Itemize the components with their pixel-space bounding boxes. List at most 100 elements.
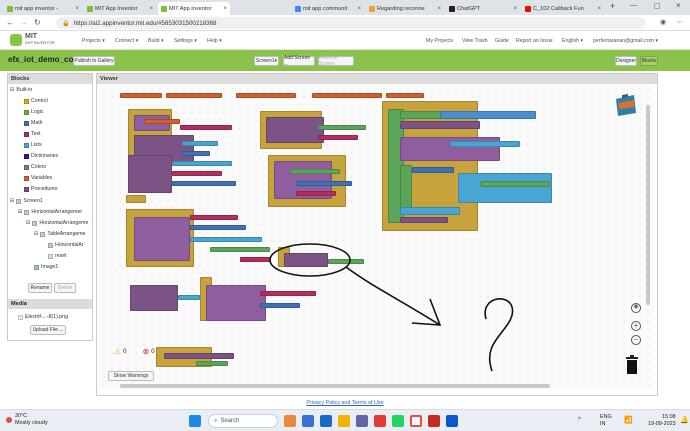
new-tab-icon[interactable]: + xyxy=(610,1,615,11)
collapse-icon[interactable]: ⊟ xyxy=(10,198,14,204)
media-file-item[interactable]: Electrif-...-8(1).png xyxy=(18,314,68,320)
close-tab-icon[interactable]: × xyxy=(357,6,361,12)
taskbar-search[interactable]: ⌕ Search xyxy=(208,414,278,428)
close-window-icon[interactable]: × xyxy=(676,1,681,10)
file-explorer-icon[interactable] xyxy=(338,415,350,427)
my-projects-link[interactable]: My Projects xyxy=(426,38,453,44)
url-field[interactable]: 🔒 https://ai2.appinventor.mit.edu/#585303… xyxy=(56,17,646,29)
notifications-icon[interactable]: 🔔 xyxy=(680,416,689,424)
tree-image1[interactable]: Image1 xyxy=(34,264,58,270)
mit-logo[interactable]: MIT APP INVENTOR xyxy=(10,33,55,46)
edge-icon[interactable] xyxy=(320,415,332,427)
profile-icon[interactable]: ◉ xyxy=(660,18,666,26)
close-tab-icon[interactable]: × xyxy=(75,6,79,12)
tree-horizontal-arrangement-2[interactable]: ⊟ HorizontalArrangeme xyxy=(26,220,88,226)
tree-reset-button[interactable]: reset xyxy=(48,253,67,259)
menu-projects[interactable]: Projects ▾ xyxy=(82,38,105,44)
clock[interactable]: 15:08 19-09-2023 xyxy=(648,414,676,428)
delete-button[interactable]: Delete xyxy=(54,283,76,293)
designer-button[interactable]: Designer xyxy=(615,56,637,66)
arrangement-icon xyxy=(48,242,53,248)
chrome-icon[interactable] xyxy=(410,415,422,427)
tree-item-math[interactable]: Math xyxy=(24,120,43,126)
view-trash-link[interactable]: View Trash xyxy=(462,38,488,44)
app-icon[interactable] xyxy=(428,415,440,427)
menu-help[interactable]: Help ▾ xyxy=(207,38,222,44)
collapse-icon[interactable]: ⊟ xyxy=(18,209,22,215)
maximize-icon[interactable]: ▢ xyxy=(654,2,661,10)
account-menu[interactable]: perfectaranan@gmail.com ▾ xyxy=(593,38,658,44)
close-tab-icon[interactable]: × xyxy=(437,6,441,12)
tree-builtin[interactable]: ⊟ Built-in xyxy=(10,87,32,93)
report-issue-link[interactable]: Report an Issue xyxy=(516,38,553,44)
menu-settings[interactable]: Settings ▾ xyxy=(174,38,197,44)
rename-button[interactable]: Rename xyxy=(28,283,52,293)
warnings-indicator: ⚠ 0 ⊗ 0 xyxy=(114,347,155,356)
tree-item-dictionaries[interactable]: Dictionaries xyxy=(24,153,58,159)
control-color-swatch xyxy=(24,98,29,104)
trash-icon[interactable] xyxy=(625,355,639,375)
backpack-icon[interactable] xyxy=(612,91,638,117)
blocks-workspace[interactable]: ◉ + − ⚠ 0 ⊗ 0 Show Warnings xyxy=(100,85,654,390)
collapse-icon[interactable]: ⊟ xyxy=(26,220,30,226)
zoom-in-icon[interactable]: + xyxy=(631,321,641,331)
tray-chevron-icon[interactable]: ^ xyxy=(578,417,581,423)
show-warnings-button[interactable]: Show Warnings xyxy=(108,371,154,381)
close-tab-icon[interactable]: × xyxy=(513,6,517,12)
tree-table-arrangement[interactable]: ⊟ TableArrangeme xyxy=(34,231,85,237)
network-icon[interactable]: 📶 xyxy=(624,416,633,424)
browser-tab-4[interactable]: mit app communit × xyxy=(292,2,364,15)
privacy-policy-link[interactable]: Privacy Policy and Terms of Use xyxy=(0,400,690,406)
language-indicator[interactable]: ENG IN xyxy=(600,414,612,428)
publish-gallery-button[interactable]: Publish to Gallery xyxy=(73,56,115,66)
browser-tab-1[interactable]: mit app inventor - × xyxy=(4,2,82,15)
tree-item-control[interactable]: Control xyxy=(24,98,48,104)
language-menu[interactable]: English ▾ xyxy=(562,38,583,44)
app-icon[interactable] xyxy=(284,415,296,427)
screen-select[interactable]: Screen1 ▾ xyxy=(254,56,279,66)
tree-item-logic[interactable]: Logic xyxy=(24,109,43,115)
reload-icon[interactable]: ↻ xyxy=(34,18,41,27)
recenter-icon[interactable]: ◉ xyxy=(631,303,641,313)
menu-connect[interactable]: Connect ▾ xyxy=(115,38,138,44)
tree-item-variables[interactable]: Variables xyxy=(24,175,52,181)
horizontal-scrollbar[interactable] xyxy=(120,384,550,388)
guide-link[interactable]: Guide xyxy=(495,38,509,44)
app-icon[interactable] xyxy=(302,415,314,427)
collapse-icon[interactable]: ⊟ xyxy=(10,87,14,93)
add-screen-button[interactable]: Add Screen ... xyxy=(283,55,315,67)
browser-tab-5[interactable]: Regarding reconne × xyxy=(366,2,444,15)
minimize-icon[interactable]: — xyxy=(630,2,637,9)
weather-widget[interactable]: 30°C Mostly cloudy xyxy=(6,413,48,427)
upload-file-button[interactable]: Upload File ... xyxy=(30,325,66,335)
app-icon[interactable] xyxy=(446,415,458,427)
vertical-scrollbar[interactable] xyxy=(646,105,650,305)
browser-tab-3-active[interactable]: MIT App Inventor × xyxy=(158,2,230,15)
tree-item-colors[interactable]: Colors xyxy=(24,164,46,170)
forward-icon[interactable]: → xyxy=(20,18,28,27)
zoom-out-icon[interactable]: − xyxy=(631,335,641,345)
close-tab-icon[interactable]: × xyxy=(149,6,153,12)
remove-screen-button[interactable]: Remove Screen xyxy=(318,55,354,67)
app-icon[interactable] xyxy=(392,415,404,427)
tree-item-lists[interactable]: Lists xyxy=(24,142,42,148)
tree-screen1[interactable]: ⊟ Screen1 xyxy=(10,198,43,204)
tab-favicon-icon xyxy=(449,5,455,12)
tree-horizontal-arrangement-1[interactable]: ⊟ HorizontalArrangemer xyxy=(18,209,82,215)
back-icon[interactable]: ← xyxy=(6,18,14,27)
tree-item-text[interactable]: Text xyxy=(24,131,41,137)
browser-tab-2[interactable]: MIT App Inventor × xyxy=(84,2,156,15)
menu-build[interactable]: Build ▾ xyxy=(148,38,164,44)
browser-tab-7[interactable]: C_102 Callback Fun × xyxy=(522,2,604,15)
browser-menu-icon[interactable]: ⋯ xyxy=(676,18,683,26)
tree-horizontal-arrangement-3[interactable]: HorizontalAr xyxy=(48,242,84,248)
collapse-icon[interactable]: ⊟ xyxy=(34,231,38,237)
close-tab-icon[interactable]: × xyxy=(597,6,601,12)
close-tab-icon[interactable]: × xyxy=(223,6,227,12)
tree-item-procedures[interactable]: Procedures xyxy=(24,186,58,192)
app-icon[interactable] xyxy=(374,415,386,427)
blocks-button[interactable]: Blocks xyxy=(640,56,658,66)
windows-start-icon[interactable] xyxy=(189,415,201,427)
browser-tab-6[interactable]: ChatGPT × xyxy=(446,2,520,15)
teams-icon[interactable] xyxy=(356,415,368,427)
